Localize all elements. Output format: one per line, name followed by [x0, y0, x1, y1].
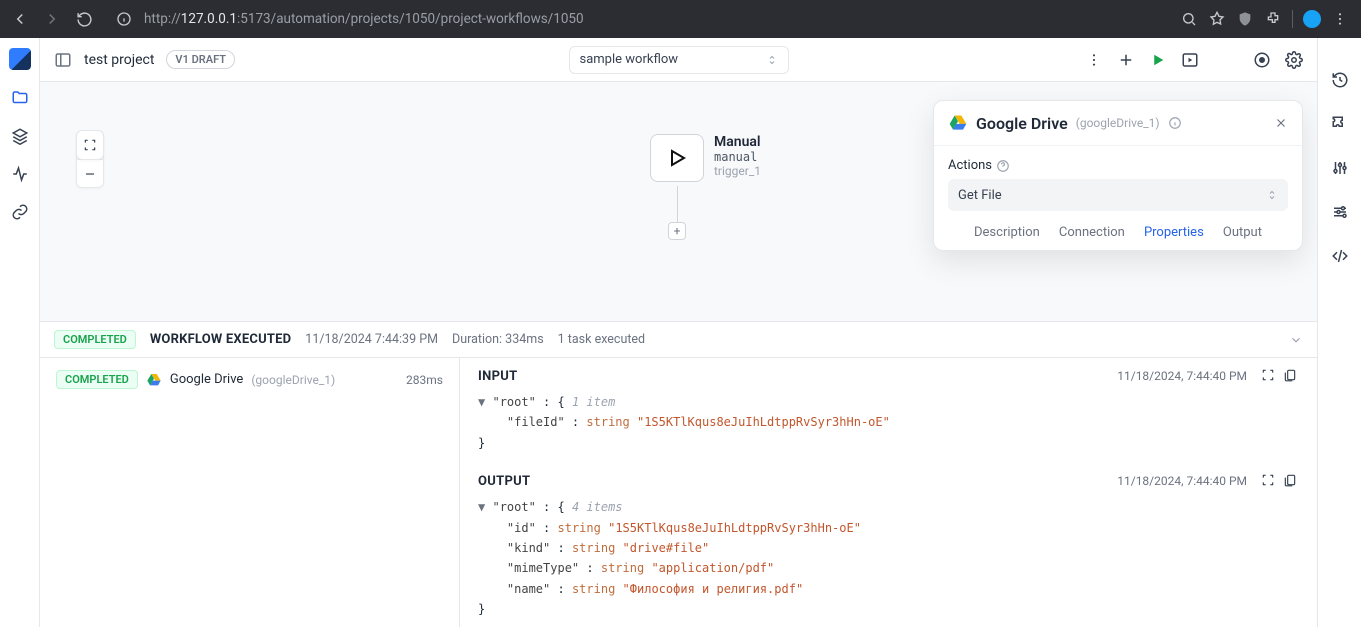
actions-label: Actions — [948, 158, 992, 173]
tab-connection[interactable]: Connection — [1059, 225, 1125, 240]
fit-view — [76, 130, 104, 160]
link-icon[interactable] — [10, 202, 30, 222]
action-select[interactable]: Get File — [948, 179, 1288, 211]
record-icon[interactable] — [1253, 51, 1271, 69]
activity-icon[interactable] — [10, 164, 30, 184]
shield-icon[interactable] — [1236, 10, 1254, 28]
profile-avatar-icon[interactable] — [1303, 10, 1321, 28]
bookmark-star-icon[interactable] — [1208, 10, 1226, 28]
step-run-icon[interactable] — [1181, 51, 1199, 69]
url-text[interactable]: http://127.0.0.1:5173/automation/project… — [144, 11, 584, 27]
input-label: INPUT — [478, 369, 517, 384]
node-id: trigger_1 — [714, 164, 761, 178]
tab-output[interactable]: Output — [1223, 225, 1262, 240]
adjust-icon[interactable] — [1330, 202, 1350, 222]
nav-back-icon[interactable] — [8, 7, 32, 31]
layers-icon[interactable] — [10, 126, 30, 146]
nav-forward-icon[interactable] — [40, 7, 64, 31]
code-icon[interactable] — [1330, 246, 1350, 266]
browser-bar: http://127.0.0.1:5173/automation/project… — [0, 0, 1361, 38]
browser-menu-icon[interactable] — [1331, 10, 1349, 28]
help-icon[interactable] — [996, 159, 1010, 173]
gear-icon[interactable] — [1285, 51, 1303, 69]
task-status-badge: COMPLETED — [56, 370, 138, 389]
output-label: OUTPUT — [478, 474, 530, 489]
action-select-value: Get File — [958, 188, 1002, 203]
expand-icon[interactable] — [1261, 368, 1277, 384]
task-duration: 283ms — [406, 373, 443, 387]
task-row[interactable]: COMPLETED Google Drive (googleDrive_1) 2… — [56, 370, 443, 389]
chevron-sort-icon — [766, 54, 778, 66]
google-drive-icon — [146, 372, 162, 388]
execution-bar[interactable]: COMPLETED WORKFLOW EXECUTED 11/18/2024 7… — [40, 321, 1317, 357]
task-name: Google Drive — [170, 372, 243, 387]
project-name[interactable]: test project — [84, 52, 154, 68]
clipboard-icon[interactable] — [1283, 473, 1299, 489]
clipboard-icon[interactable] — [1283, 368, 1299, 384]
task-code: (googleDrive_1) — [251, 373, 335, 387]
topbar: test project V1 DRAFT sample workflow — [40, 38, 1317, 82]
sliders-icon[interactable] — [1330, 158, 1350, 178]
panel-tabs: Description Connection Properties Output — [948, 211, 1288, 250]
execution-details: COMPLETED Google Drive (googleDrive_1) 2… — [40, 357, 1317, 627]
chevron-sort-icon — [1266, 189, 1278, 201]
info-icon[interactable] — [1168, 116, 1182, 130]
canvas[interactable]: Manual manual trigger_1 + Google Drive (… — [40, 82, 1317, 321]
output-timestamp: 11/18/2024, 7:44:40 PM — [1117, 474, 1247, 488]
left-rail — [0, 38, 40, 627]
zoom-out-button[interactable] — [77, 159, 103, 187]
input-json[interactable]: ▼ "root" : { 1 item "fileId" : string "1… — [478, 392, 1299, 453]
zoom-icon[interactable] — [1180, 10, 1198, 28]
status-badge: COMPLETED — [54, 330, 136, 349]
tab-description[interactable]: Description — [974, 225, 1040, 240]
execution-task-count: 1 task executed — [558, 332, 645, 347]
panel-code: (googleDrive_1) — [1076, 116, 1160, 130]
fit-view-button[interactable] — [77, 131, 103, 159]
nav-reload-icon[interactable] — [72, 7, 96, 31]
node-details-panel: Google Drive (googleDrive_1) Actions Get… — [933, 100, 1303, 251]
site-info-icon[interactable] — [112, 7, 136, 31]
close-panel-button[interactable] — [1274, 116, 1288, 130]
expand-icon[interactable] — [1261, 473, 1277, 489]
tab-properties[interactable]: Properties — [1144, 225, 1204, 240]
input-block: INPUT 11/18/2024, 7:44:40 PM ▼ "root" : … — [478, 368, 1299, 453]
run-icon[interactable] — [1149, 51, 1167, 69]
node-title: Manual — [714, 134, 761, 150]
chevron-down-icon[interactable] — [1289, 333, 1303, 347]
right-rail — [1317, 38, 1361, 627]
add-node-button[interactable]: + — [668, 222, 686, 240]
trigger-node[interactable]: Manual manual trigger_1 — [650, 134, 761, 182]
workflow-dropdown[interactable]: sample workflow — [569, 46, 789, 74]
execution-duration: Duration: 334ms — [452, 332, 544, 347]
plus-icon[interactable] — [1117, 51, 1135, 69]
execution-title: WORKFLOW EXECUTED — [150, 332, 291, 347]
node-subtitle: manual — [714, 150, 761, 164]
folder-icon[interactable] — [10, 88, 30, 108]
output-block: OUTPUT 11/18/2024, 7:44:40 PM ▼ "root" :… — [478, 473, 1299, 619]
history-icon[interactable] — [1330, 70, 1350, 90]
panel-toggle-icon[interactable] — [54, 51, 72, 69]
google-drive-icon — [948, 113, 968, 133]
output-json[interactable]: ▼ "root" : { 4 items "id" : string "1S5K… — [478, 497, 1299, 619]
execution-timestamp: 11/18/2024 7:44:39 PM — [305, 332, 438, 347]
more-vertical-icon[interactable] — [1085, 51, 1103, 69]
workflow-dropdown-label: sample workflow — [580, 52, 766, 67]
puzzle-icon[interactable] — [1330, 114, 1350, 134]
extensions-icon[interactable] — [1264, 10, 1282, 28]
input-timestamp: 11/18/2024, 7:44:40 PM — [1117, 369, 1247, 383]
node-connector — [677, 186, 678, 222]
app-logo-icon[interactable] — [9, 48, 31, 70]
panel-title: Google Drive — [976, 114, 1068, 133]
version-chip: V1 DRAFT — [166, 50, 235, 69]
